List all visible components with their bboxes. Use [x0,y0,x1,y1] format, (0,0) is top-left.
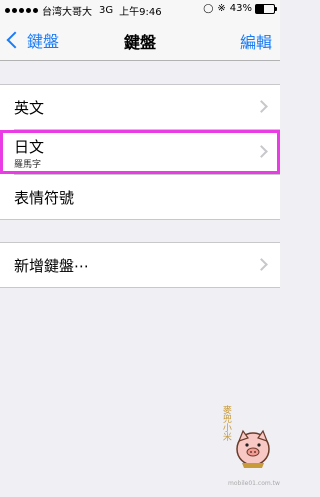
network-label: 3G [99,5,114,16]
keyboard-label: 表情符號 [14,189,75,207]
add-keyboard-group: 新增鍵盤⋯ [0,242,280,288]
bluetooth-icon: ※ [217,3,226,14]
signal-dots-icon [5,8,38,13]
pig-mascot-icon [236,429,270,468]
chevron-right-icon [255,258,268,271]
navigation-bar: 鍵盤 鍵盤 編輯 [0,18,280,61]
chevron-right-icon [255,145,268,158]
battery-icon [255,3,277,14]
status-bar: 台湾大哥大 3G 上午9:46 ◯ ※ 43% [0,0,280,18]
keyboard-row-japanese[interactable]: 日文 羅馬字 [0,130,280,174]
battery-fill [256,4,264,13]
keyboard-sublabel: 羅馬字 [14,160,42,170]
rotation-lock-icon: ◯ [203,3,214,14]
watermark-caption: mobile01.com.tw [228,480,280,487]
keyboard-row-emoji[interactable]: 表情符號 [0,175,280,219]
edit-button[interactable]: 編輯 [240,29,272,53]
status-right: ◯ ※ 43% [203,3,277,14]
add-keyboard-label: 新增鍵盤⋯ [14,257,90,275]
keyboard-row-english[interactable]: 英文 [0,85,280,129]
chevron-right-icon [255,100,268,113]
add-keyboard-row[interactable]: 新增鍵盤⋯ [0,243,280,287]
status-time: 上午9:46 [119,7,162,18]
keyboard-label: 英文 [14,99,45,117]
keyboard-label: 日文 [14,138,45,156]
status-left: 台湾大哥大 3G 上午9:46 [5,3,162,18]
page-title: 鍵盤 [123,33,156,52]
carrier-label: 台湾大哥大 [42,7,92,18]
keyboard-list: 英文 日文 羅馬字 表情符號 [0,84,280,220]
watermark-text: 麥兜小米 [220,405,231,441]
battery-percent: 43% [229,3,252,14]
watermark: 麥兜小米 mobile01.com.tw [218,405,280,487]
